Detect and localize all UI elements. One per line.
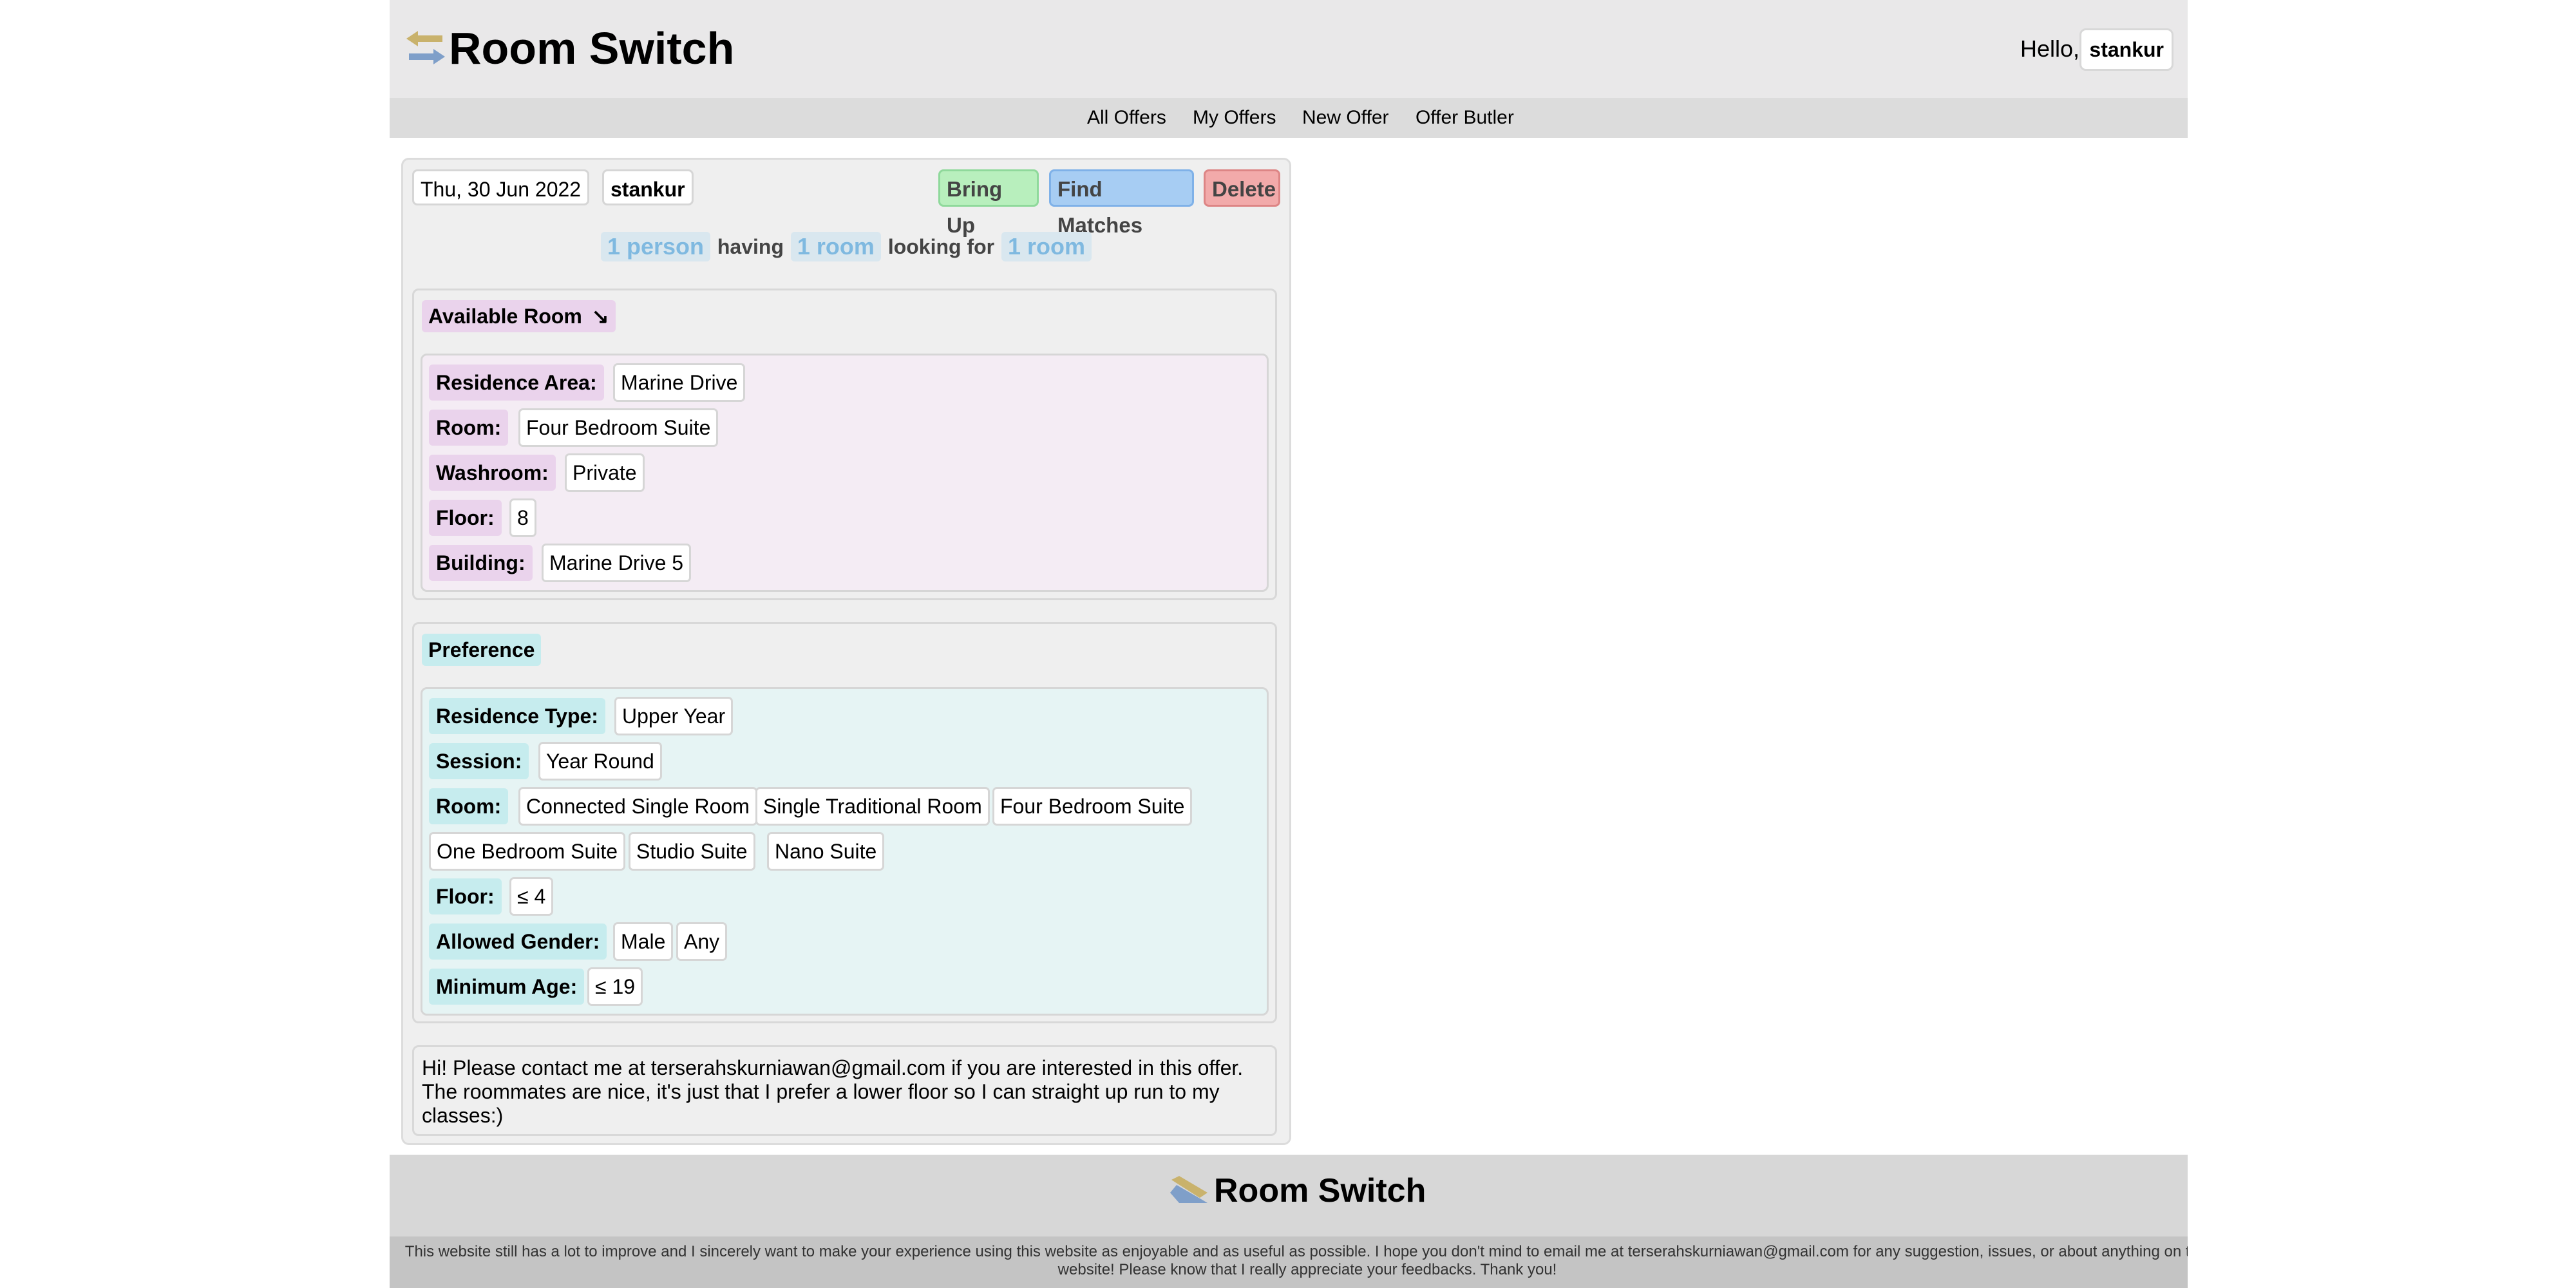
field-value: Private bbox=[565, 453, 645, 492]
nav-all-offers[interactable]: All Offers bbox=[1087, 98, 1166, 138]
field-label: Room: bbox=[429, 410, 509, 446]
offer-summary: 1 person having 1 room looking for 1 roo… bbox=[403, 228, 1289, 261]
field-value: ≤ 4 bbox=[509, 877, 554, 916]
arrow-down-right-icon: ↘ bbox=[591, 305, 609, 328]
page: Room Switch Hello, stankur All Offers My… bbox=[390, 0, 2188, 1288]
available-room-title[interactable]: Available Room ↘ bbox=[422, 300, 616, 332]
field-value: One Bedroom Suite bbox=[429, 832, 626, 871]
footer-title: Room Switch bbox=[1214, 1172, 1426, 1209]
find-matches-button[interactable]: Find Matches bbox=[1049, 169, 1194, 237]
main-nav: All Offers My Offers New Offer Offer But… bbox=[390, 98, 2188, 138]
delete-button[interactable]: Delete bbox=[1204, 169, 1280, 207]
rooms-wanted: 1 room bbox=[1001, 231, 1092, 261]
username-chip[interactable]: stankur bbox=[2079, 28, 2174, 71]
summary-having: having bbox=[717, 234, 784, 258]
field-label: Residence Type: bbox=[429, 698, 605, 734]
field-label: Building: bbox=[429, 545, 533, 581]
footer: Room Switch bbox=[390, 1155, 2188, 1236]
field-label: Allowed Gender: bbox=[429, 923, 607, 960]
field-value: Nano Suite bbox=[767, 832, 885, 871]
field-preferred-rooms: Room: Connected Single Room Single Tradi… bbox=[429, 787, 1260, 871]
available-room-title-text: Available Room bbox=[428, 305, 582, 328]
field-value: Studio Suite bbox=[629, 832, 755, 871]
field-value: Any bbox=[676, 922, 728, 961]
field-value: Male bbox=[613, 922, 674, 961]
field-label: Room: bbox=[429, 788, 509, 824]
field-value: Single Traditional Room bbox=[755, 787, 990, 826]
field-value: Marine Drive 5 bbox=[542, 544, 692, 582]
field-label: Floor: bbox=[429, 500, 502, 536]
footer-note: This website still has a lot to improve … bbox=[390, 1236, 2188, 1288]
field-value: Upper Year bbox=[614, 697, 734, 735]
field-label: Floor: bbox=[429, 878, 502, 914]
available-room-section: Available Room ↘ Residence Area: Marine … bbox=[412, 289, 1277, 600]
preference-details: Residence Type: Upper Year Session: Year… bbox=[421, 687, 1269, 1016]
field-value: Four Bedroom Suite bbox=[518, 408, 719, 447]
site-title[interactable]: Room Switch bbox=[449, 21, 734, 76]
field-label: Session: bbox=[429, 743, 529, 779]
summary-looking-for: looking for bbox=[887, 234, 995, 258]
field-value: Connected Single Room bbox=[518, 787, 757, 826]
offer-message: Hi! Please contact me at terserahskurnia… bbox=[412, 1045, 1277, 1136]
field-label: Washroom: bbox=[429, 455, 556, 491]
bring-up-button[interactable]: Bring Up bbox=[938, 169, 1039, 237]
offer-card: Thu, 30 Jun 2022 stankur Bring Up Find M… bbox=[401, 158, 1291, 1145]
nav-offer-butler[interactable]: Offer Butler bbox=[1416, 98, 1514, 138]
field-value: Marine Drive bbox=[613, 363, 746, 402]
header: Room Switch Hello, stankur bbox=[390, 0, 2188, 98]
swap-arrows-icon[interactable] bbox=[406, 30, 445, 66]
field-value: 8 bbox=[509, 498, 536, 537]
offer-owner[interactable]: stankur bbox=[602, 169, 694, 205]
footer-note-text: This website still has a lot to improve … bbox=[404, 1243, 2188, 1278]
field-label: Residence Area: bbox=[429, 365, 604, 401]
nav-my-offers[interactable]: My Offers bbox=[1193, 98, 1276, 138]
available-room-details: Residence Area: Marine Drive Room: Four … bbox=[421, 354, 1269, 592]
field-value: ≤ 19 bbox=[587, 967, 643, 1006]
offer-date: Thu, 30 Jun 2022 bbox=[412, 169, 590, 205]
preference-title: Preference bbox=[422, 634, 542, 666]
field-value: Four Bedroom Suite bbox=[992, 787, 1193, 826]
rooms-having: 1 room bbox=[790, 231, 881, 261]
swap-arrows-icon bbox=[1170, 1176, 1208, 1203]
greeting: Hello, bbox=[2020, 35, 2079, 62]
preference-section: Preference Residence Type: Upper Year Se… bbox=[412, 622, 1277, 1023]
people-count: 1 person bbox=[600, 231, 710, 261]
nav-new-offer[interactable]: New Offer bbox=[1302, 98, 1389, 138]
field-value: Year Round bbox=[538, 742, 662, 781]
field-label: Minimum Age: bbox=[429, 969, 585, 1005]
